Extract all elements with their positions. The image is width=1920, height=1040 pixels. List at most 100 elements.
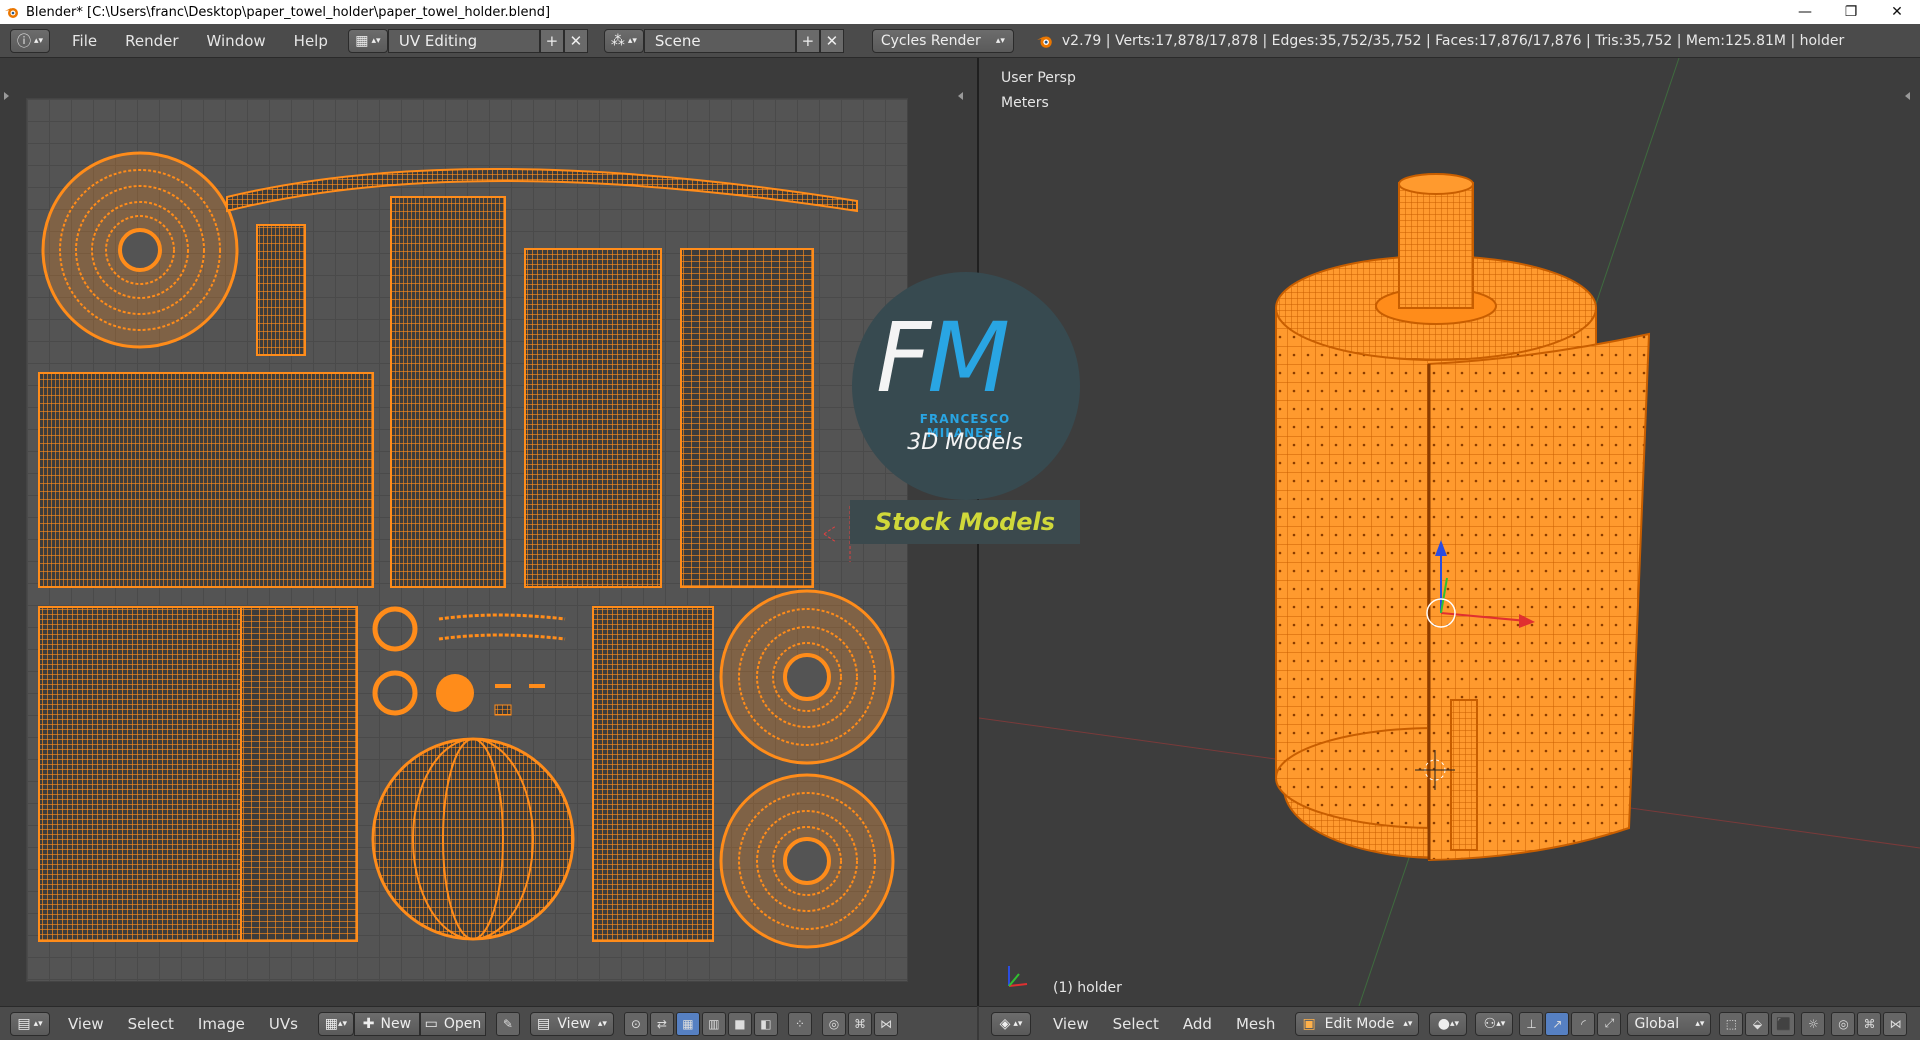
scene-browse-button[interactable]: ⁂ ▴▾	[603, 28, 644, 53]
delete-screen-icon[interactable]: ✕	[563, 28, 588, 53]
mesh-hook[interactable]	[1450, 699, 1478, 851]
3d-viewport[interactable]: User Persp Meters (1) holder	[979, 58, 1920, 1006]
uv-island-thin-strip-1[interactable]	[438, 613, 566, 621]
uv-island-tiny-2[interactable]	[529, 684, 545, 688]
active-object-label: (1) holder	[1053, 980, 1122, 996]
properties-toggle-icon[interactable]	[958, 92, 963, 100]
info-icon: ⓘ	[16, 33, 31, 50]
open-image-button[interactable]: ▭ Open	[419, 1011, 486, 1036]
uv-island-disc-right-top[interactable]	[719, 589, 895, 765]
mesh-post[interactable]	[1398, 182, 1474, 309]
axis-indicator-icon	[1008, 966, 1028, 987]
uv-island-curved-strip[interactable]	[226, 168, 858, 213]
pin-icon[interactable]: ✎	[495, 1011, 520, 1036]
uv-menu-view[interactable]: View	[56, 1015, 116, 1033]
uv-editor-type-button[interactable]: ▤ ▴▾	[10, 1011, 50, 1036]
uv-menu-uvs[interactable]: UVs	[257, 1015, 310, 1033]
uv-island-ring-2[interactable]	[372, 670, 418, 716]
scene-field[interactable]: Scene	[643, 28, 796, 53]
manipulator-toggle-icon[interactable]: ⊥	[1519, 1011, 1544, 1036]
sticky-select-icon[interactable]: ⁘	[787, 1011, 812, 1036]
uv-island-small-strip[interactable]	[256, 224, 306, 356]
snap-element-icon[interactable]: ⋈	[1883, 1011, 1908, 1036]
uv-mode-dropdown[interactable]: ▤ View ▴▾	[529, 1011, 614, 1036]
scene-icon: ⁂	[610, 32, 625, 49]
mesh-render[interactable]	[979, 58, 1920, 1006]
image-browse-button[interactable]: ▦ ▴▾	[317, 1011, 354, 1036]
uv-island-ring-1[interactable]	[372, 606, 418, 652]
menu-render[interactable]: Render	[111, 24, 192, 58]
new-image-label: New	[380, 1015, 412, 1032]
render-engine-dropdown[interactable]: Cycles Render ▴▾	[871, 28, 1014, 53]
screen-layout-field[interactable]: UV Editing	[387, 28, 540, 53]
snap-target-icon[interactable]: ⋈	[873, 1011, 898, 1036]
uv-island-disc-top-left[interactable]	[41, 151, 239, 349]
pivot-point-dropdown[interactable]: ⚇ ▴▾	[1475, 1011, 1514, 1036]
translate-manipulator-icon[interactable]: ↗	[1545, 1011, 1570, 1036]
vertex-mode-icon[interactable]: ⬚	[1719, 1011, 1744, 1036]
menu-help[interactable]: Help	[280, 24, 342, 58]
new-image-button[interactable]: ✚ New	[353, 1011, 420, 1036]
viewport-menu-add[interactable]: Add	[1171, 1015, 1224, 1033]
face-select-icon[interactable]: ■	[727, 1011, 752, 1036]
uv-menu-select[interactable]: Select	[116, 1015, 186, 1033]
uv-island-tiny-3[interactable]	[494, 704, 512, 716]
uv-island-sphere[interactable]	[371, 737, 575, 941]
blender-logo-icon	[1037, 36, 1052, 48]
rotate-manipulator-icon[interactable]: ◜	[1571, 1011, 1596, 1036]
dropdown-arrows-icon: ▴▾	[995, 35, 1005, 46]
uv-menu-image[interactable]: Image	[186, 1015, 257, 1033]
scale-manipulator-icon[interactable]: ⤢	[1597, 1011, 1622, 1036]
add-screen-icon[interactable]: +	[539, 28, 564, 53]
uv-grid-area[interactable]	[26, 98, 908, 982]
edge-mode-icon[interactable]: ⬙	[1745, 1011, 1770, 1036]
uv-island-bottom-rect-2[interactable]	[240, 606, 358, 942]
viewport-editor-type-button[interactable]: ◈ ▴▾	[991, 1011, 1031, 1036]
snap-icon[interactable]: ⌘	[1857, 1011, 1882, 1036]
proportional-edit-icon[interactable]: ◎	[1831, 1011, 1856, 1036]
uv-islands[interactable]	[27, 99, 909, 983]
vertex-select-icon[interactable]: ▦	[675, 1011, 700, 1036]
uv-island-thin-strip-2[interactable]	[438, 633, 566, 641]
transform-orientation-dropdown[interactable]: Global ▴▾	[1627, 1011, 1712, 1036]
uv-island-rect-b[interactable]	[680, 248, 814, 588]
menu-window[interactable]: Window	[193, 24, 280, 58]
uv-island-tall-rect[interactable]	[390, 196, 506, 588]
uv-mode-label: View	[557, 1015, 591, 1032]
uv-island-rect-a[interactable]	[524, 248, 662, 588]
edge-select-icon[interactable]: ▥	[701, 1011, 726, 1036]
screen-layout-browse-button[interactable]: ▦ ▴▾	[347, 28, 388, 53]
limit-selection-icon[interactable]: ☼	[1801, 1011, 1826, 1036]
uv-image-editor[interactable]	[0, 58, 977, 1006]
menu-file[interactable]: File	[58, 24, 111, 58]
proportional-edit-icon[interactable]: ◎	[821, 1011, 846, 1036]
uv-island-disc-right-bottom[interactable]	[719, 773, 895, 949]
transform-orientation-label: Global	[1634, 1015, 1680, 1032]
viewport-menu-select[interactable]: Select	[1101, 1015, 1171, 1033]
uv-island-tiny-1[interactable]	[495, 684, 511, 688]
add-scene-icon[interactable]: +	[795, 28, 820, 53]
viewport-shading-dropdown[interactable]: ● ▴▾	[1429, 1011, 1468, 1036]
editor-type-info-button[interactable]: ⓘ ▴▾	[10, 28, 50, 53]
folder-icon: ▭	[424, 1015, 438, 1032]
delete-scene-icon[interactable]: ✕	[819, 28, 844, 53]
minimize-button[interactable]: —	[1782, 0, 1828, 24]
viewport-header: ◈ ▴▾ View Select Add Mesh ▣ Edit Mode ▴▾ ● ▴…	[979, 1006, 1920, 1040]
snap-icon[interactable]: ⌘	[847, 1011, 872, 1036]
uv-island-solid-dot[interactable]	[436, 674, 474, 712]
island-select-icon[interactable]: ◧	[753, 1011, 778, 1036]
restore-button[interactable]: ❐	[1828, 0, 1874, 24]
interaction-mode-dropdown[interactable]: ▣ Edit Mode ▴▾	[1295, 1011, 1420, 1036]
close-window-button[interactable]: ✕	[1874, 0, 1920, 24]
viewport-menu-mesh[interactable]: Mesh	[1224, 1015, 1288, 1033]
uv-island-mid-rect[interactable]	[592, 606, 714, 942]
sync-selection-icon[interactable]: ⇄	[649, 1011, 674, 1036]
uv-2d-cursor-icon	[823, 506, 851, 562]
viewport-menu-view[interactable]: View	[1041, 1015, 1101, 1033]
face-mode-icon[interactable]: ⬛	[1771, 1011, 1796, 1036]
pivot-icon[interactable]: ⊙	[623, 1011, 648, 1036]
uv-island-bottom-rect[interactable]	[38, 606, 242, 942]
uv-island-wide-rect[interactable]	[38, 372, 374, 588]
toolshelf-toggle-icon[interactable]	[4, 92, 9, 100]
mesh-post-top[interactable]	[1398, 173, 1474, 195]
